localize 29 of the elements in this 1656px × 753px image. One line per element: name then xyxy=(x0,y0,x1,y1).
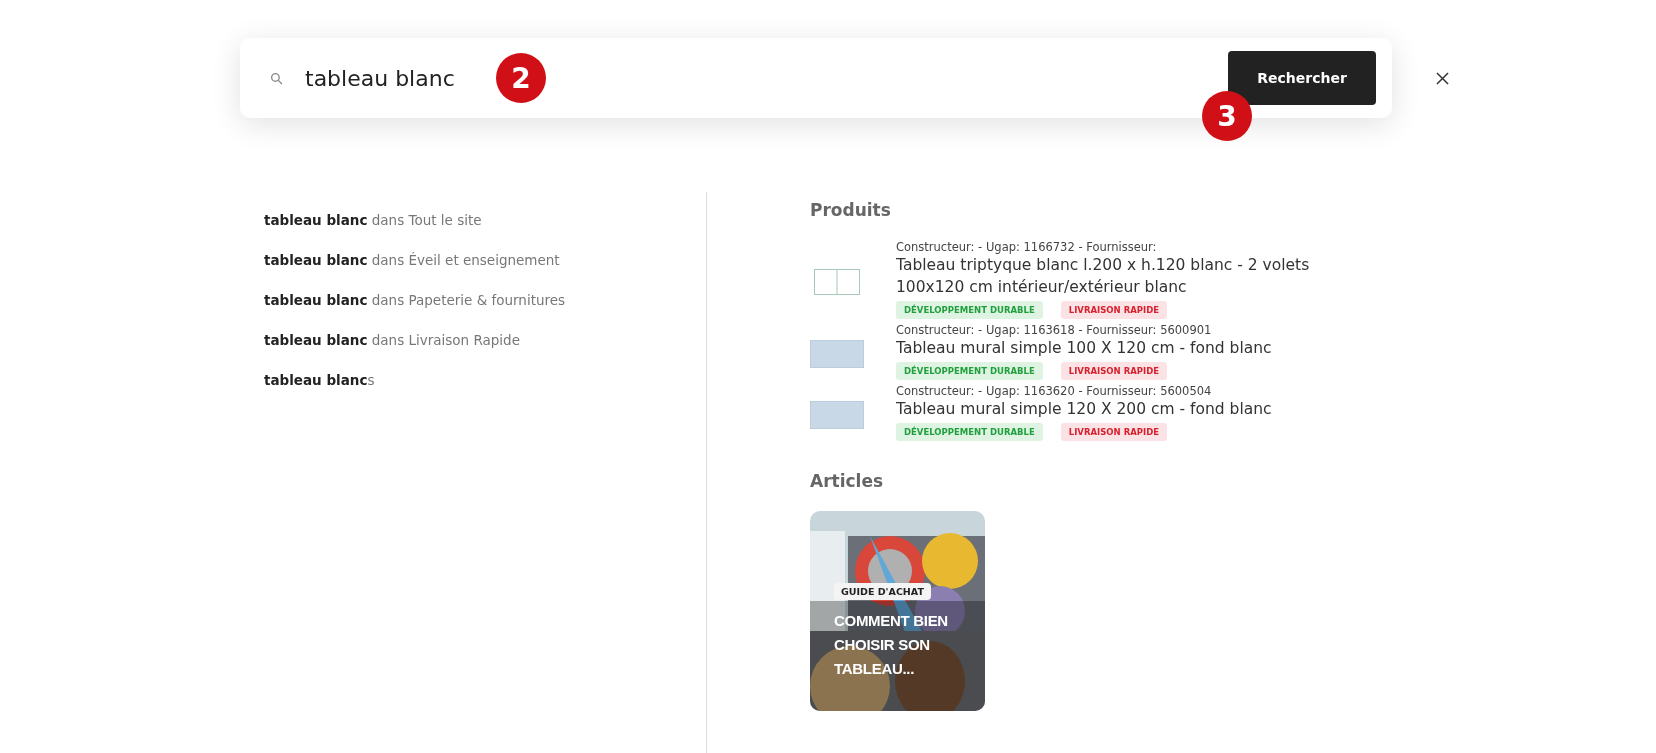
suggestion-link[interactable]: tableau blanc dans Papeterie & fournitures xyxy=(264,290,706,310)
whiteboard-thumbnail xyxy=(814,268,860,295)
search-icon xyxy=(270,71,283,85)
product-tag: LIVRAISON RAPIDE xyxy=(1060,423,1168,441)
product-tag: DÉVELOPPEMENT DURABLE xyxy=(896,362,1043,380)
step-marker: 3 xyxy=(1202,91,1252,141)
section-heading: Articles xyxy=(810,471,885,491)
product-tag: LIVRAISON RAPIDE xyxy=(1060,301,1168,319)
product-tag: DÉVELOPPEMENT DURABLE xyxy=(896,301,1043,319)
step-marker: 2 xyxy=(496,53,546,103)
product-meta: Constructeur: - Ugap: 1166732 - Fournisseur: xyxy=(896,240,1158,254)
suggestion-link[interactable]: tableau blanc dans Éveil et enseignement xyxy=(264,250,706,270)
suggestion-link[interactable]: tableau blanc dans Livraison Rapide xyxy=(264,330,706,350)
article-badge: GUIDE D'ACHAT xyxy=(834,583,931,600)
product-title[interactable]: Tableau triptyque blanc l.200 x h.120 blanc - 2 volets 100x120 cm intérieur/extérieur blanc xyxy=(896,254,1336,298)
suggestion-link[interactable]: tableau blancs xyxy=(264,370,706,390)
product-tag: LIVRAISON RAPIDE xyxy=(1060,362,1168,380)
close-icon[interactable] xyxy=(1436,71,1449,85)
product-meta: Constructeur: - Ugap: 1163620 - Fournisseur: 5600504 xyxy=(896,384,1213,398)
search-field[interactable]: tableau blanc xyxy=(303,64,475,92)
search-button[interactable]: Rechercher xyxy=(1228,51,1376,105)
whiteboard-thumbnail xyxy=(810,400,864,429)
whiteboard-thumbnail xyxy=(810,339,864,368)
section-heading: Produits xyxy=(810,200,892,220)
suggestion-link[interactable]: tableau blanc dans Tout le site xyxy=(264,210,706,230)
product-tag: DÉVELOPPEMENT DURABLE xyxy=(896,423,1043,441)
product-title[interactable]: Tableau mural simple 100 X 120 cm - fond blanc xyxy=(896,337,1336,359)
product-meta: Constructeur: - Ugap: 1163618 - Fournisseur: 5600901 xyxy=(896,323,1213,337)
product-title[interactable]: Tableau mural simple 120 X 200 cm - fond blanc xyxy=(896,398,1336,420)
